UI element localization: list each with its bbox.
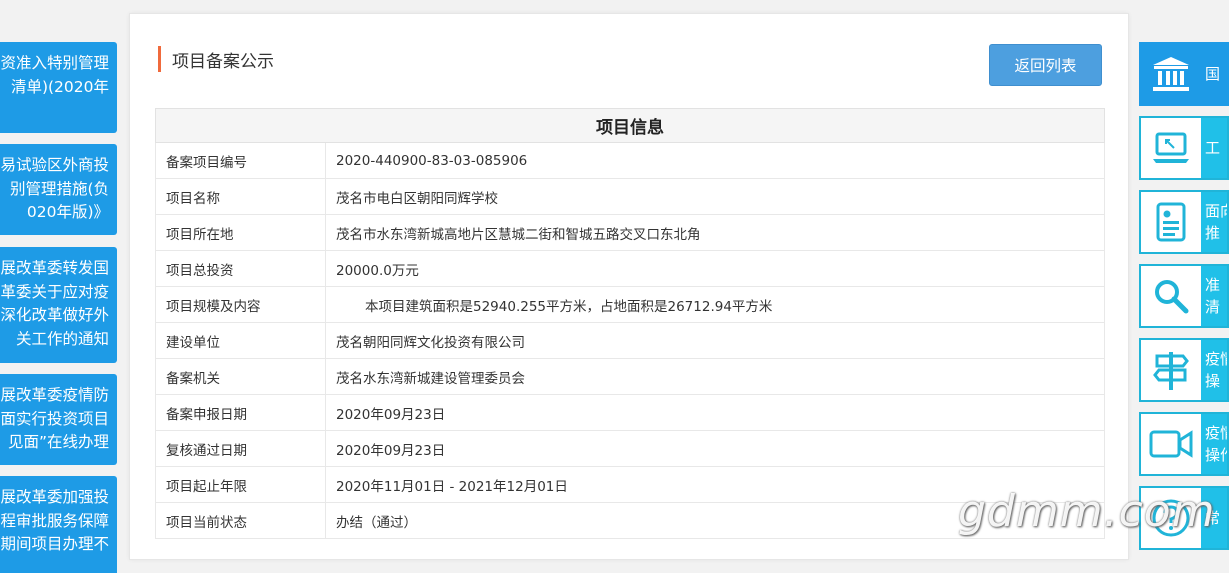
page-title: 项目备案公示 bbox=[172, 51, 274, 72]
project-info-table: 项目信息 备案项目编号 2020-440900-83-03-085906 项目名… bbox=[155, 108, 1105, 539]
table-row: 项目起止年限 2020年11月01日 - 2021年12月01日 bbox=[155, 466, 1105, 503]
row-value: 茂名水东湾新城建设管理委员会 bbox=[325, 358, 1105, 395]
table-header: 项目信息 bbox=[155, 108, 1105, 143]
row-value: 2020年09月23日 bbox=[325, 394, 1105, 431]
document-list-icon bbox=[1141, 192, 1201, 252]
right-nav-label-line: 准 bbox=[1205, 276, 1221, 294]
left-banner-line: 面实行投资项目 bbox=[0, 409, 109, 428]
right-nav-item-tool[interactable]: 工 bbox=[1139, 116, 1229, 180]
table-row: 项目总投资 20000.0万元 bbox=[155, 250, 1105, 287]
government-building-icon bbox=[1141, 44, 1201, 104]
right-nav-label-line: 常 bbox=[1205, 509, 1221, 527]
row-key: 备案项目编号 bbox=[155, 142, 326, 179]
row-key: 项目名称 bbox=[155, 178, 326, 215]
row-value: 2020年09月23日 bbox=[325, 430, 1105, 467]
table-row: 复核通过日期 2020年09月23日 bbox=[155, 430, 1105, 467]
row-key: 备案机关 bbox=[155, 358, 326, 395]
left-banner-line: 别管理措施(负 bbox=[9, 179, 109, 198]
table-row: 备案机关 茂名水东湾新城建设管理委员会 bbox=[155, 358, 1105, 395]
row-key: 项目所在地 bbox=[155, 214, 326, 251]
row-key: 项目当前状态 bbox=[155, 502, 326, 539]
left-banner-line: 见面”在线办理 bbox=[7, 433, 109, 451]
table-row: 备案项目编号 2020-440900-83-03-085906 bbox=[155, 142, 1105, 179]
magnifier-icon bbox=[1141, 266, 1201, 326]
question-icon bbox=[1141, 488, 1201, 548]
table-row: 项目当前状态 办结（通过） bbox=[155, 502, 1105, 539]
right-nav-label-line: 操作 bbox=[1205, 446, 1227, 464]
right-nav-label: 工 bbox=[1201, 118, 1227, 178]
table-row: 项目名称 茂名市电白区朝阳同辉学校 bbox=[155, 178, 1105, 215]
row-value: 茂名朝阳同辉文化投资有限公司 bbox=[325, 322, 1105, 359]
right-nav-label-line: 国 bbox=[1205, 65, 1221, 83]
left-banner-line: 展改革委疫情防 bbox=[0, 386, 109, 404]
row-value: 20000.0万元 bbox=[325, 250, 1105, 287]
row-value: 办结（通过） bbox=[325, 502, 1105, 539]
left-banner-line: 清单)(2020年 bbox=[10, 77, 109, 96]
main-panel: 项目备案公示 返回列表 项目信息 备案项目编号 2020-440900-83-0… bbox=[129, 13, 1129, 560]
right-nav-label: 疫情 操 bbox=[1201, 340, 1227, 400]
left-banner-line: 展改革委加强投 bbox=[0, 488, 109, 506]
row-key: 项目起止年限 bbox=[155, 466, 326, 503]
table-row: 建设单位 茂名朝阳同辉文化投资有限公司 bbox=[155, 322, 1105, 359]
right-nav-label-line: 清 bbox=[1205, 298, 1221, 316]
left-banner-line: 深化改革做好外 bbox=[0, 306, 109, 324]
row-key: 复核通过日期 bbox=[155, 430, 326, 467]
row-value: 2020-440900-83-03-085906 bbox=[325, 142, 1105, 179]
left-banner-line: 期间项目办理不 bbox=[0, 535, 109, 553]
left-banner-line: 展改革委转发国 bbox=[0, 259, 109, 277]
row-key: 项目总投资 bbox=[155, 250, 326, 287]
left-banner-line: 易试验区外商投 bbox=[0, 156, 109, 174]
row-key: 建设单位 bbox=[155, 322, 326, 359]
row-value: 2020年11月01日 - 2021年12月01日 bbox=[325, 466, 1105, 503]
laptop-icon bbox=[1141, 118, 1201, 178]
left-banner-line: 020年版)》 bbox=[26, 203, 109, 221]
right-nav-item-government[interactable]: 国 bbox=[1139, 42, 1229, 106]
title-accent-bar bbox=[158, 46, 161, 72]
right-nav-item-video[interactable]: 疫情 操作 bbox=[1139, 412, 1229, 476]
left-banner-column: 资准入特别管理 清单)(2020年 易试验区外商投 别管理措施(负 020年版)… bbox=[0, 0, 118, 573]
right-nav-label-line: 操 bbox=[1205, 372, 1221, 390]
video-camera-icon bbox=[1141, 414, 1201, 474]
signpost-icon bbox=[1141, 340, 1201, 400]
right-nav-label: 常 bbox=[1201, 488, 1227, 548]
left-banner-item[interactable]: 资准入特别管理 清单)(2020年 bbox=[0, 42, 117, 133]
page-title-bar: 项目备案公示 bbox=[158, 46, 274, 72]
right-nav-label-line: 工 bbox=[1205, 139, 1221, 157]
table-row: 项目所在地 茂名市水东湾新城高地片区慧城二街和智城五路交叉口东北角 bbox=[155, 214, 1105, 251]
left-banner-line: 革委关于应对疫 bbox=[0, 282, 109, 301]
table-row: 项目规模及内容 本项目建筑面积是52940.255平方米，占地面积是26712.… bbox=[155, 286, 1105, 323]
right-nav-item-faq[interactable]: 常 bbox=[1139, 486, 1229, 550]
left-banner-line: 程审批服务保障 bbox=[0, 511, 109, 530]
row-key: 备案申报日期 bbox=[155, 394, 326, 431]
right-nav-column: 国 工 面向 推 bbox=[1139, 0, 1229, 573]
row-value: 茂名市水东湾新城高地片区慧城二街和智城五路交叉口东北角 bbox=[325, 214, 1105, 251]
right-nav-item-document[interactable]: 面向 推 bbox=[1139, 190, 1229, 254]
left-banner-item[interactable]: 展改革委疫情防 面实行投资项目 见面”在线办理 bbox=[0, 374, 117, 465]
row-value: 本项目建筑面积是52940.255平方米，占地面积是26712.94平方米 bbox=[325, 286, 1105, 323]
left-banner-item[interactable]: 展改革委转发国 革委关于应对疫 深化改革做好外 关工作的通知 bbox=[0, 247, 117, 363]
right-nav-label-line: 面向 bbox=[1205, 202, 1227, 220]
right-nav-label-line: 疫情 bbox=[1205, 350, 1227, 368]
right-nav-label: 疫情 操作 bbox=[1201, 414, 1227, 474]
right-nav-label: 面向 推 bbox=[1201, 192, 1227, 252]
row-value: 茂名市电白区朝阳同辉学校 bbox=[325, 178, 1105, 215]
right-nav-label-line: 疫情 bbox=[1205, 424, 1227, 442]
row-key: 项目规模及内容 bbox=[155, 286, 326, 323]
right-nav-label-line: 推 bbox=[1205, 224, 1221, 242]
left-banner-line: 关工作的通知 bbox=[15, 329, 109, 348]
left-banner-line: 资准入特别管理 bbox=[0, 54, 109, 72]
table-header-row: 项目信息 bbox=[155, 108, 1105, 143]
right-nav-item-search[interactable]: 准 清 bbox=[1139, 264, 1229, 328]
left-banner-item[interactable]: 易试验区外商投 别管理措施(负 020年版)》 bbox=[0, 144, 117, 235]
left-banner-item[interactable]: 展改革委加强投 程审批服务保障 期间项目办理不 bbox=[0, 476, 117, 573]
right-nav-label: 国 bbox=[1201, 44, 1227, 104]
right-nav-item-guide[interactable]: 疫情 操 bbox=[1139, 338, 1229, 402]
right-nav-label: 准 清 bbox=[1201, 266, 1227, 326]
table-row: 备案申报日期 2020年09月23日 bbox=[155, 394, 1105, 431]
back-to-list-button[interactable]: 返回列表 bbox=[989, 44, 1102, 86]
